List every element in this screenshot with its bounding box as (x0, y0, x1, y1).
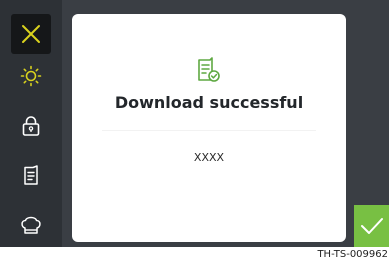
close-button[interactable] (11, 14, 51, 54)
brightness-button[interactable] (11, 56, 51, 96)
close-icon (22, 25, 40, 43)
brightness-icon (20, 65, 42, 87)
document-code: TH-TS-009962 (317, 249, 388, 260)
recipes-button[interactable] (11, 155, 51, 195)
device-screen: Download successful XXXX (0, 0, 389, 247)
dialog-title: Download successful (114, 93, 304, 112)
chef-hat-icon (21, 216, 41, 234)
lock-button[interactable] (11, 106, 51, 146)
divider (102, 130, 316, 131)
dialog-message: XXXX (193, 151, 225, 164)
document-icon (24, 165, 38, 185)
confirm-button[interactable] (354, 205, 389, 247)
download-dialog: Download successful XXXX (72, 14, 346, 242)
cooking-button[interactable] (11, 205, 51, 245)
sidebar (0, 0, 62, 247)
checkmark-icon (361, 218, 383, 234)
lock-icon (22, 116, 40, 136)
document-check-icon (198, 57, 220, 82)
